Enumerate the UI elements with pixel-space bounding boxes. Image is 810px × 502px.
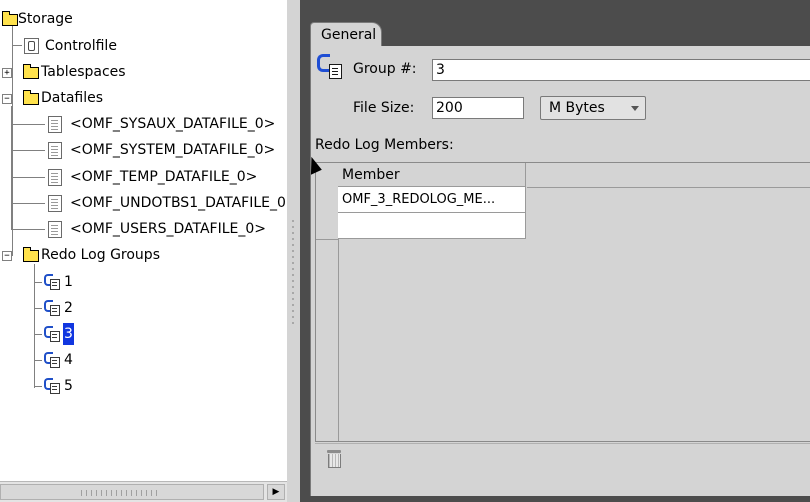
expand-icon[interactable]: + [2,68,12,78]
redo-log-members-table: Member OMF_3_REDOLOG_ME... [315,162,810,442]
folder-icon [2,11,18,26]
folder-icon [23,90,39,105]
scrollbar-thumb[interactable] [0,484,264,500]
trash-icon[interactable] [327,450,341,468]
tree-node-label: Datafiles [41,90,104,106]
tree-node-label: <OMF_TEMP_DATAFILE_0> [70,169,258,185]
tree-node-label: <OMF_USERS_DATAFILE_0> [70,221,267,237]
redo-log-group-icon [315,52,345,82]
collapse-icon[interactable]: − [2,94,12,104]
tree-node-controlfile[interactable]: Controlfile [0,35,200,57]
tab-general[interactable]: General [310,22,382,46]
properties-panel: General Group #: File Size: M Bytes Redo… [300,0,810,502]
tree-node-tablespaces[interactable]: + Tablespaces [0,61,200,83]
panel-splitter[interactable] [287,0,300,502]
file-size-label: File Size: [353,100,415,116]
tree-node-redo-group[interactable]: 1 [0,271,90,293]
row-header-divider [338,239,339,441]
tree-node-datafile[interactable]: <OMF_UNDOTBS1_DATAFILE_0> [0,192,287,214]
datafile-icon [48,221,62,238]
tree-node-datafile[interactable]: <OMF_SYSTEM_DATAFILE_0> [0,139,287,161]
folder-icon [23,247,39,262]
datafile-icon [48,142,62,159]
column-header-member[interactable]: Member [338,163,526,187]
datafile-icon [48,116,62,133]
scroll-right-arrow-icon[interactable]: ▶ [267,484,285,500]
redo-log-group-icon [44,274,62,290]
tree-horizontal-scrollbar[interactable]: ▶ [0,481,287,502]
table-cell-member[interactable] [338,213,526,239]
datafile-icon [48,195,62,212]
redo-log-group-icon [44,352,62,368]
unit-select-value: M Bytes [549,100,605,116]
redo-log-group-icon [44,326,62,342]
table-header-filler [527,163,810,188]
group-number-label: Group #: [353,61,417,77]
tree-node-redo-group[interactable]: 5 [0,375,90,397]
table-cell-member[interactable]: OMF_3_REDOLOG_ME... [338,187,526,213]
tree-node-storage[interactable]: Storage [0,8,200,30]
tree-node-datafile[interactable]: <OMF_SYSAUX_DATAFILE_0> [0,113,287,135]
general-tab-content: Group #: File Size: M Bytes Redo Log Mem… [310,46,810,496]
row-header[interactable] [316,187,339,214]
tree-node-label: <OMF_UNDOTBS1_DATAFILE_0> [70,195,287,211]
table-toolbar [315,443,810,476]
chevron-down-icon [631,106,639,111]
tree-node-label: <OMF_SYSTEM_DATAFILE_0> [70,142,276,158]
tree-node-datafile[interactable]: <OMF_TEMP_DATAFILE_0> [0,166,287,188]
storage-tree-panel: Storage Controlfile + Tablespaces − Data… [0,0,287,502]
tree-node-label: 4 [64,352,73,368]
tree-node-label: 1 [64,274,73,290]
tree-node-label: Storage [18,11,73,27]
splitter-grip [292,220,294,325]
controlfile-icon [24,38,39,54]
scrollbar-grip [81,490,161,496]
collapse-icon[interactable]: − [2,251,12,261]
file-size-unit-select[interactable]: M Bytes [540,96,646,120]
tree-node-redo-group[interactable]: 4 [0,349,90,371]
tree-node-label: Redo Log Groups [41,247,160,263]
redo-log-group-icon [44,378,62,394]
tree-node-datafile[interactable]: <OMF_USERS_DATAFILE_0> [0,218,287,240]
redo-log-group-icon [44,300,62,316]
redo-log-members-label: Redo Log Members: [315,137,454,153]
group-number-input[interactable] [432,59,810,81]
tree-node-label: Controlfile [45,38,117,54]
tree-node-label: Tablespaces [41,64,126,80]
folder-icon [23,64,39,79]
tree-node-datafiles[interactable]: − Datafiles [0,87,200,109]
row-header[interactable] [316,213,339,240]
tree-node-redo-group[interactable]: 2 [0,297,90,319]
tree-node-label: 2 [64,300,73,316]
tree-node-redo-log-groups[interactable]: − Redo Log Groups [0,244,200,266]
datafile-icon [48,169,62,186]
tree-node-label: <OMF_SYSAUX_DATAFILE_0> [70,116,276,132]
tree-node-label-selected: 3 [63,323,74,345]
file-size-input[interactable] [432,97,524,119]
tree-node-redo-group-selected[interactable]: 3 [0,323,90,345]
tree-node-label: 5 [64,378,73,394]
